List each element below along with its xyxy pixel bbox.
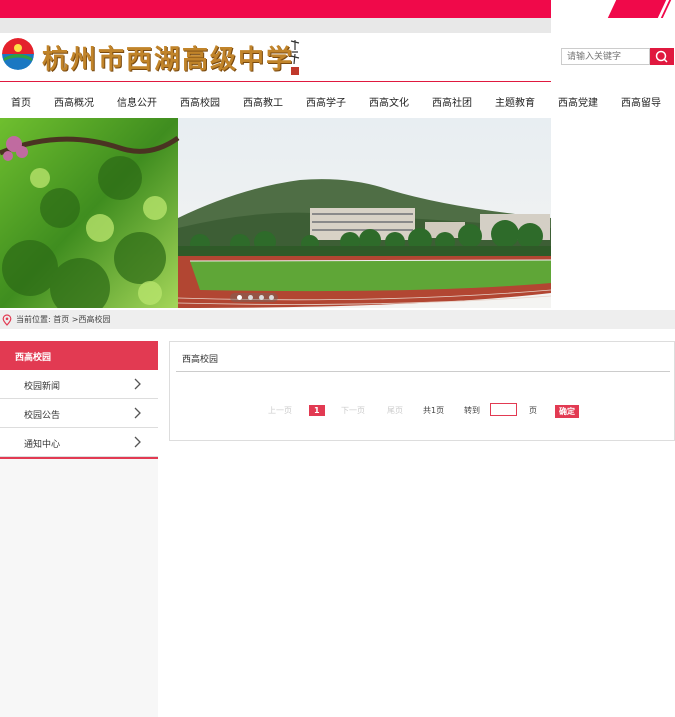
sidebar-item-label: 通知中心 xyxy=(24,440,61,450)
total-pages: 共1页 xyxy=(423,406,445,415)
sidebar-item-label: 校园新闻 xyxy=(24,382,61,392)
carousel-dot[interactable] xyxy=(269,295,274,300)
sidebar-title: 西高校园 xyxy=(0,341,158,370)
sidebar-item-label: 校园公告 xyxy=(24,411,61,421)
nav-item-info[interactable]: 信息公开 xyxy=(117,94,157,109)
top-right-tab[interactable] xyxy=(607,0,667,18)
chevron-right-icon xyxy=(134,407,141,419)
carousel-dot[interactable] xyxy=(248,295,253,300)
calligraphy-seal xyxy=(289,38,301,76)
breadcrumb-text[interactable]: 当前位置: 首页 >西高校园 xyxy=(16,314,110,325)
nav-item-campus[interactable]: 西高校园 xyxy=(180,94,220,109)
content-divider xyxy=(176,371,670,372)
top-bar xyxy=(0,0,675,34)
school-emblem-icon[interactable] xyxy=(2,38,34,70)
search-input[interactable] xyxy=(561,48,650,65)
page-number-input[interactable] xyxy=(490,403,517,416)
breadcrumb: 当前位置: 首页 >西高校园 xyxy=(0,310,675,329)
confirm-button[interactable]: 确定 xyxy=(555,405,579,418)
school-name[interactable]: 杭州市西湖高级中学 xyxy=(42,39,294,76)
nav-item-overview[interactable]: 西高概况 xyxy=(54,94,94,109)
nav-item-staff[interactable]: 西高教工 xyxy=(243,94,283,109)
carousel-dot[interactable] xyxy=(259,295,264,300)
top-strip xyxy=(0,18,551,33)
banner-carousel[interactable] xyxy=(0,118,551,308)
content-title: 西高校园 xyxy=(182,355,219,365)
nav-item-party[interactable]: 西高党建 xyxy=(558,94,598,109)
chevron-right-icon xyxy=(134,436,141,448)
prev-page-link[interactable]: 上一页 xyxy=(268,405,292,416)
campus-photo xyxy=(0,118,551,308)
search-button[interactable] xyxy=(650,48,674,65)
nav-item-home[interactable]: 首页 xyxy=(11,94,31,109)
sidebar-title-text: 西高校园 xyxy=(15,353,52,363)
carousel-indicators xyxy=(230,293,278,302)
last-page-link[interactable]: 尾页 xyxy=(387,405,403,416)
nav-item-students[interactable]: 西高学子 xyxy=(306,94,346,109)
sidebar-item-campus-notices[interactable]: 校园公告 xyxy=(0,399,158,428)
nav-item-theme[interactable]: 主题教育 xyxy=(495,94,535,109)
sidebar-divider xyxy=(0,457,158,459)
nav-item-study-abroad[interactable]: 西高留导 xyxy=(621,94,661,109)
sidebar-item-campus-news[interactable]: 校园新闻 xyxy=(0,370,158,399)
goto-label: 转到 xyxy=(464,406,480,415)
chevron-right-icon xyxy=(134,378,141,390)
nav-item-culture[interactable]: 西高文化 xyxy=(369,94,409,109)
nav-item-clubs[interactable]: 西高社团 xyxy=(432,94,472,109)
page-unit-label: 页 xyxy=(529,406,537,415)
sidebar: 西高校园 校园新闻 校园公告 通知中心 xyxy=(0,341,158,717)
main-nav: 首页 西高概况 信息公开 西高校园 西高教工 西高学子 西高文化 西高社团 主题… xyxy=(0,82,675,118)
next-page-link[interactable]: 下一页 xyxy=(341,405,365,416)
location-pin-icon xyxy=(2,314,12,326)
content-panel: 西高校园 上一页 1 下一页 尾页 共1页 转到 页 确定 xyxy=(169,341,675,441)
sidebar-item-notification-center[interactable]: 通知中心 xyxy=(0,428,158,457)
current-page[interactable]: 1 xyxy=(309,405,325,416)
carousel-dot[interactable] xyxy=(237,295,242,300)
search-icon xyxy=(655,50,668,63)
